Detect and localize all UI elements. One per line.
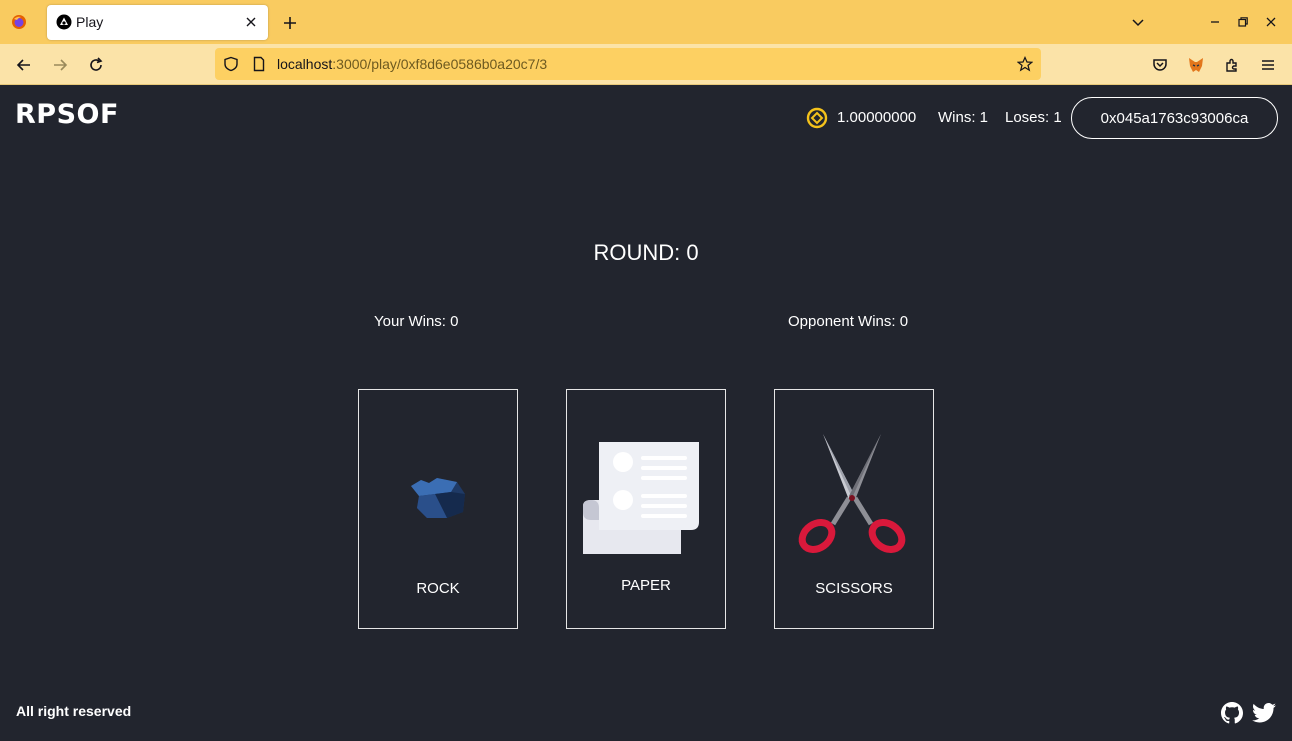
scissors-card[interactable]: SCISSORS xyxy=(774,389,934,629)
rock-icon xyxy=(411,478,465,518)
back-icon[interactable] xyxy=(15,56,33,74)
browser-nav-bar: localhost:3000/play/0xf8d6e0586b0a20c7/3 xyxy=(0,44,1292,85)
footer-copyright: All right reserved xyxy=(16,703,132,719)
firefox-icon[interactable] xyxy=(11,14,27,30)
twitter-icon[interactable] xyxy=(1252,702,1276,724)
scissors-label: SCISSORS xyxy=(815,580,893,597)
your-wins: Your Wins: 0 xyxy=(374,313,459,330)
metamask-icon[interactable] xyxy=(1187,56,1205,74)
shield-icon[interactable] xyxy=(223,56,239,72)
browser-tab-play[interactable]: Play xyxy=(47,5,268,40)
browser-tab-bar: Play xyxy=(0,0,1292,44)
paper-icon xyxy=(583,442,699,554)
coin-icon xyxy=(806,107,828,129)
address-bar[interactable]: localhost:3000/play/0xf8d6e0586b0a20c7/3 xyxy=(215,48,1041,80)
nextjs-icon xyxy=(56,14,72,30)
wallet-address-button[interactable]: 0x045a1763c93006ca xyxy=(1071,97,1278,139)
round-title: ROUND: 0 xyxy=(593,240,699,265)
brand-logo[interactable]: RPSOF xyxy=(15,99,119,130)
new-tab-icon[interactable] xyxy=(281,14,299,32)
paper-card[interactable]: PAPER xyxy=(566,389,726,629)
page-icon[interactable] xyxy=(251,56,267,72)
window-close-icon[interactable] xyxy=(1263,14,1279,30)
balance-value: 1.00000000 xyxy=(837,109,917,126)
github-icon[interactable] xyxy=(1221,702,1243,724)
minimize-icon[interactable] xyxy=(1207,14,1223,30)
url-text[interactable]: localhost:3000/play/0xf8d6e0586b0a20c7/3 xyxy=(277,56,547,72)
reload-icon[interactable] xyxy=(87,56,105,74)
pocket-icon[interactable] xyxy=(1151,56,1169,74)
loses-count: Loses: 1 xyxy=(1005,109,1062,126)
scissors-icon xyxy=(798,434,906,553)
wins-count: Wins: 1 xyxy=(938,109,989,126)
paper-label: PAPER xyxy=(621,577,671,594)
close-icon[interactable] xyxy=(243,14,259,30)
rock-label: ROCK xyxy=(416,580,460,597)
restore-icon[interactable] xyxy=(1235,14,1251,30)
extensions-icon[interactable] xyxy=(1223,56,1241,74)
opponent-wins: Opponent Wins: 0 xyxy=(788,313,909,330)
list-all-tabs-icon[interactable] xyxy=(1130,14,1146,30)
tab-title: Play xyxy=(76,14,104,30)
bookmark-star-icon[interactable] xyxy=(1017,56,1033,72)
forward-icon[interactable] xyxy=(51,56,69,74)
menu-icon[interactable] xyxy=(1259,56,1277,74)
rock-card[interactable]: ROCK xyxy=(358,389,518,629)
